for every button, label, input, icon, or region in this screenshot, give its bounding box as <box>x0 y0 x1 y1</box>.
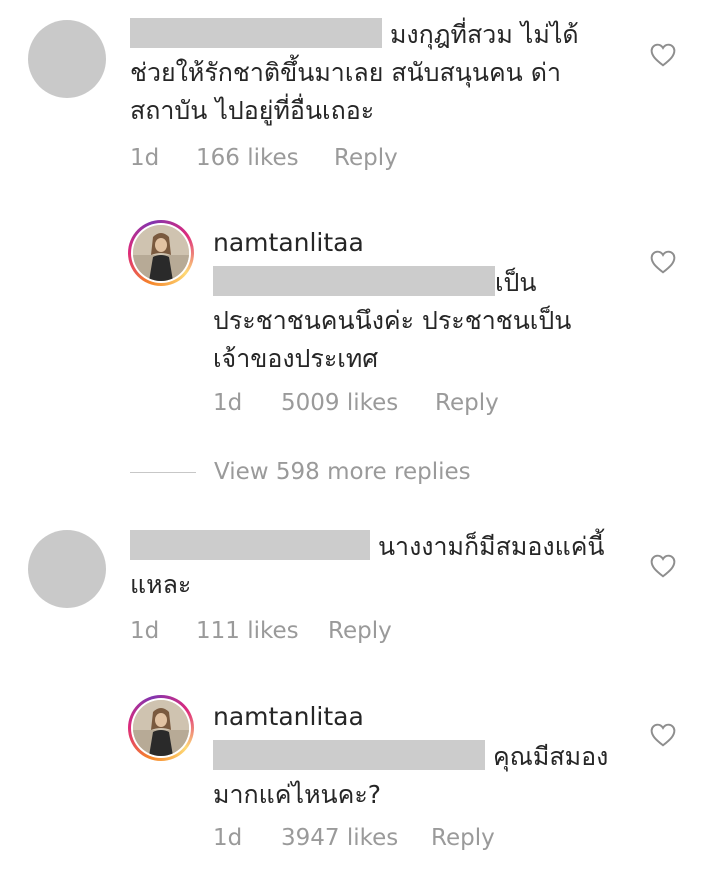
avatar[interactable] <box>28 20 106 98</box>
reply-button[interactable]: Reply <box>435 388 499 418</box>
likes-count[interactable]: 5009 likes <box>281 388 435 418</box>
reply-button[interactable]: Reply <box>334 143 398 173</box>
comment-text: namtanlitaa เป็น ประชาชนคนนึงค่ะ ประชาชน… <box>213 226 613 378</box>
redacted-username <box>213 266 495 296</box>
comment-text-line: ประชาชนคนนึงค่ะ ประชาชนเป็น <box>213 306 572 335</box>
username[interactable]: namtanlitaa <box>213 226 613 260</box>
comment-text: namtanlitaa คุณมีสมอง มากแค่ไหนคะ? <box>213 700 633 814</box>
view-more-label: View 598 more replies <box>214 459 471 485</box>
timestamp: 1d <box>130 618 160 644</box>
username[interactable]: namtanlitaa <box>213 700 633 734</box>
heart-icon[interactable] <box>650 554 676 578</box>
comment-text-line: ช่วยให้รักชาติขึ้นมาเลย สนับสนุนคน ด่า <box>130 58 561 87</box>
comment-text-line: สถาบัน ไปอยู่ที่อื่นเถอะ <box>130 96 375 125</box>
timestamp: 1d <box>213 825 243 851</box>
comment-meta: 1d 5009 likes Reply <box>213 388 499 418</box>
avatar[interactable] <box>128 220 194 286</box>
comment-text-line: มงกุฎที่สวม ไม่ได้ <box>389 20 579 49</box>
comment-text-line: แหละ <box>130 570 192 599</box>
redacted-username <box>130 18 382 48</box>
profile-photo <box>133 225 189 281</box>
comment-text: มงกุฎที่สวม ไม่ได้ ช่วยให้รักชาติขึ้นมาเ… <box>130 16 620 130</box>
avatar[interactable] <box>28 530 106 608</box>
heart-icon[interactable] <box>650 43 676 67</box>
timestamp: 1d <box>213 390 243 416</box>
comment-text-line: เป็น <box>495 268 537 297</box>
profile-photo <box>133 700 189 756</box>
redacted-username <box>130 530 370 560</box>
comment-text-line: มากแค่ไหนคะ? <box>213 780 382 809</box>
reply-button[interactable]: Reply <box>328 616 392 646</box>
comment-meta: 1d 166 likes Reply <box>130 143 398 173</box>
comment-text: นางงามก็มีสมองแค่นี้ แหละ <box>130 528 630 604</box>
comment-text-line: คุณมีสมอง <box>492 742 609 771</box>
likes-count[interactable]: 3947 likes <box>281 823 431 853</box>
comment-meta: 1d 111 likes Reply <box>130 616 392 646</box>
avatar[interactable] <box>128 695 194 761</box>
redacted-username <box>213 740 485 770</box>
view-more-replies-button[interactable]: View 598 more replies <box>130 457 471 487</box>
likes-count[interactable]: 111 likes <box>196 616 328 646</box>
heart-icon[interactable] <box>650 250 676 274</box>
reply-button[interactable]: Reply <box>431 823 495 853</box>
comment-text-line: เจ้าของประเทศ <box>213 344 379 373</box>
divider-line <box>130 472 196 473</box>
timestamp: 1d <box>130 145 160 171</box>
heart-icon[interactable] <box>650 723 676 747</box>
comment-meta: 1d 3947 likes Reply <box>213 823 495 853</box>
likes-count[interactable]: 166 likes <box>196 143 334 173</box>
comment-text-line: นางงามก็มีสมองแค่นี้ <box>377 532 605 561</box>
